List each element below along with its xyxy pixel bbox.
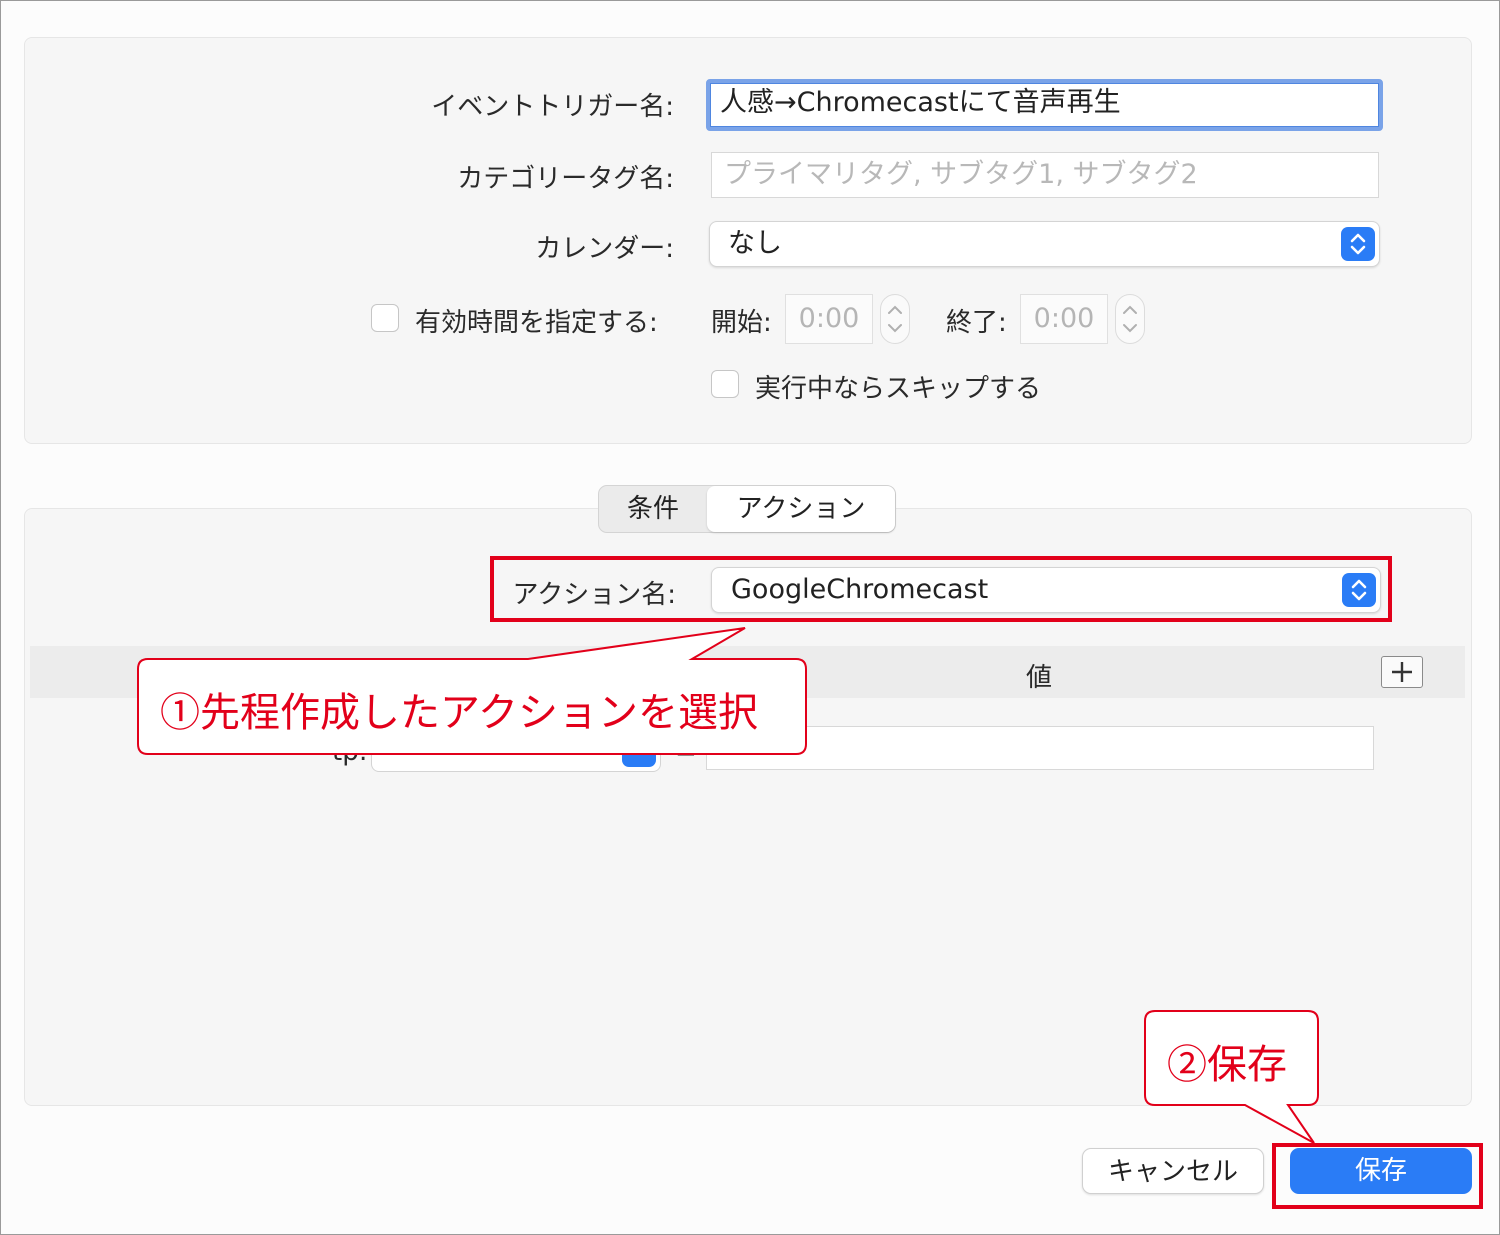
- segmented-control: 条件 アクション: [598, 485, 896, 533]
- skip-if-running-checkbox[interactable]: [711, 370, 739, 398]
- calendar-select-arrows-icon: [1341, 227, 1375, 261]
- category-tag-field[interactable]: プライマリタグ, サブタグ1, サブタグ2: [711, 152, 1379, 198]
- end-time-field[interactable]: 0:00: [1020, 294, 1108, 344]
- end-time-label: 終了:: [946, 308, 1007, 338]
- callout-1-text: ①先程作成したアクションを選択: [160, 690, 758, 736]
- category-tag-label: カテゴリータグ名:: [457, 164, 674, 194]
- start-time-stepper[interactable]: [880, 294, 910, 344]
- callout-2-text: ②保存: [1167, 1042, 1287, 1088]
- action-name-highlight: [490, 556, 1392, 622]
- cancel-button[interactable]: キャンセル: [1082, 1148, 1264, 1194]
- save-button-highlight: [1272, 1143, 1483, 1209]
- tab-conditions[interactable]: 条件: [599, 486, 707, 532]
- stepper-arrows-icon: [888, 305, 902, 333]
- start-time-field[interactable]: 0:00: [785, 294, 873, 344]
- skip-if-running-label: 実行中ならスキップする: [755, 374, 1042, 404]
- trigger-name-field[interactable]: 人感→Chromecastにて音声再生: [706, 79, 1383, 131]
- valid-time-label: 有効時間を指定する:: [415, 308, 658, 338]
- add-parameter-button[interactable]: [1381, 656, 1423, 688]
- start-time-label: 開始:: [711, 308, 772, 338]
- plus-icon: [1392, 662, 1412, 682]
- stepper-arrows-icon: [1123, 305, 1137, 333]
- parameter-value-field[interactable]: [706, 726, 1374, 770]
- calendar-value: なし: [728, 228, 782, 259]
- equals-sign: =: [675, 737, 697, 767]
- calendar-label: カレンダー:: [535, 234, 674, 264]
- value-column-header: 値: [1026, 663, 1053, 693]
- parameter-key-label: tp:: [332, 737, 368, 767]
- trigger-name-label: イベントトリガー名:: [431, 92, 674, 122]
- parameter-select-arrows-icon: [622, 733, 656, 767]
- valid-time-checkbox[interactable]: [371, 304, 399, 332]
- calendar-select[interactable]: なし: [709, 221, 1380, 267]
- end-time-stepper[interactable]: [1115, 294, 1145, 344]
- tab-actions[interactable]: アクション: [707, 486, 895, 532]
